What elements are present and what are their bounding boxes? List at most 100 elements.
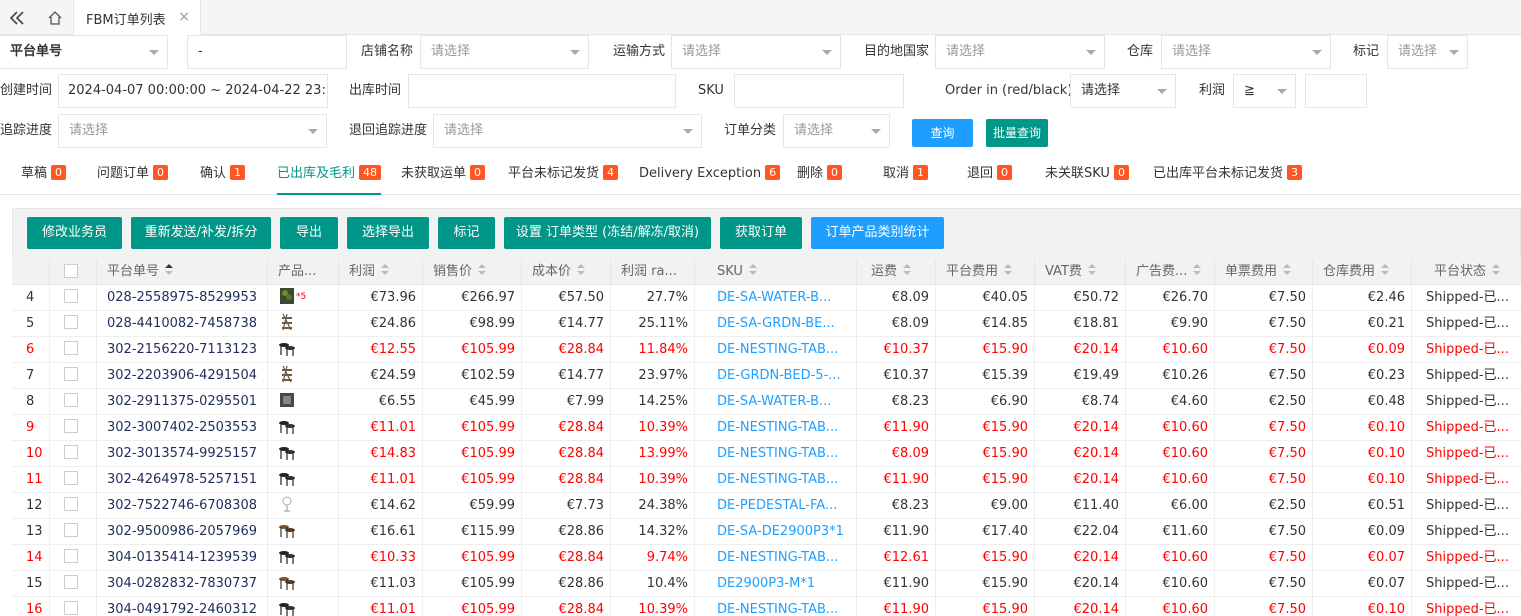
- sort-icon[interactable]: [381, 264, 391, 276]
- sku-link[interactable]: DE-NESTING-TAB...: [695, 415, 857, 441]
- shelf-thumb[interactable]: [278, 365, 296, 383]
- order-no-input[interactable]: -: [187, 35, 347, 69]
- fetch-orders-button[interactable]: 获取订单: [720, 217, 802, 249]
- order-no[interactable]: 302-9500986-2057969: [97, 519, 268, 545]
- header-warehouse-fee[interactable]: 仓库费用: [1313, 259, 1412, 285]
- export-button[interactable]: 导出: [280, 217, 338, 249]
- sort-icon[interactable]: [1283, 264, 1293, 276]
- order-no[interactable]: 302-2203906-4291504: [97, 363, 268, 389]
- table-row[interactable]: 8 302-2911375-0295501 €6.55 €45.99 €7.99 14.2…: [12, 389, 1521, 415]
- tab-platform-unmarked[interactable]: 平台未标记发货 4: [508, 155, 619, 195]
- sku-link[interactable]: DE-NESTING-TAB...: [695, 441, 857, 467]
- table-row[interactable]: 12 302-7522746-6708308 €14.62 €59.99 €7.73 24…: [12, 493, 1521, 519]
- product-category-stats-button[interactable]: 订单产品类别统计: [811, 217, 944, 249]
- tab-returned[interactable]: 退回 0: [967, 155, 1013, 195]
- table-row[interactable]: 14 304-0135414-1239539 €10.33 €105.99 €28.84…: [12, 545, 1521, 571]
- order-no[interactable]: 302-3013574-9925157: [97, 441, 268, 467]
- header-sale-price[interactable]: 销售价: [423, 259, 522, 285]
- profit-operator-select[interactable]: ≧: [1233, 74, 1296, 108]
- shelf-thumb[interactable]: [278, 313, 296, 331]
- row-checkbox[interactable]: [64, 445, 78, 459]
- row-checkbox[interactable]: [64, 367, 78, 381]
- tables-thumb[interactable]: [278, 446, 296, 461]
- sku-input[interactable]: [734, 74, 904, 108]
- table-row[interactable]: 15 304-0282832-7830737 €11.03 €105.99 €28.86…: [12, 571, 1521, 597]
- profit-value-input[interactable]: [1305, 74, 1367, 108]
- wood-tables-thumb[interactable]: [278, 524, 296, 539]
- sort-icon[interactable]: [1381, 264, 1391, 276]
- order-no[interactable]: 304-0491792-2460312: [97, 597, 268, 616]
- box-thumb[interactable]: [278, 393, 296, 409]
- table-row[interactable]: 9 302-3007402-2503553 €11.01 €105.99 €28.84 1…: [12, 415, 1521, 441]
- shop-select[interactable]: 请选择: [420, 35, 589, 69]
- table-row[interactable]: 16 304-0491792-2460312 €11.01 €105.99 €28.84…: [12, 597, 1521, 616]
- order-no[interactable]: 302-2156220-7113123: [97, 337, 268, 363]
- query-button[interactable]: 查询: [912, 119, 973, 147]
- sku-link[interactable]: DE-NESTING-TAB...: [695, 467, 857, 493]
- order-no[interactable]: 302-2911375-0295501: [97, 389, 268, 415]
- tab-fbm-order-list[interactable]: FBM订单列表 ×: [73, 0, 201, 36]
- tables-thumb[interactable]: [278, 602, 296, 616]
- row-checkbox[interactable]: [64, 289, 78, 303]
- order-no-type-select[interactable]: 平台单号: [0, 35, 168, 69]
- ship-method-select[interactable]: 请选择: [671, 35, 841, 69]
- sku-link[interactable]: DE-PEDESTAL-FA...: [695, 493, 857, 519]
- batch-query-button[interactable]: 批量查询: [986, 119, 1048, 147]
- row-checkbox[interactable]: [64, 575, 78, 589]
- table-row[interactable]: 10 302-3013574-9925157 €14.83 €105.99 €28.84…: [12, 441, 1521, 467]
- tab-draft[interactable]: 草稿 0: [21, 155, 67, 195]
- header-ad-fee[interactable]: 广告费...: [1126, 259, 1215, 285]
- country-select[interactable]: 请选择: [935, 35, 1105, 69]
- sku-link[interactable]: DE-NESTING-TAB...: [695, 597, 857, 616]
- row-checkbox[interactable]: [64, 497, 78, 511]
- warehouse-select[interactable]: 请选择: [1161, 35, 1331, 69]
- order-no[interactable]: 304-0135414-1239539: [97, 545, 268, 571]
- table-row[interactable]: 11 302-4264978-5257151 €11.01 €105.99 €28.84…: [12, 467, 1521, 493]
- header-platform-fee[interactable]: 平台费用: [936, 259, 1035, 285]
- double-chevron-left-icon[interactable]: [0, 0, 34, 35]
- sku-link[interactable]: DE-SA-WATER-B...: [695, 285, 857, 311]
- fan-thumb[interactable]: [278, 496, 296, 513]
- sku-link[interactable]: DE-SA-WATER-B...: [695, 389, 857, 415]
- header-profit[interactable]: 利润: [339, 259, 423, 285]
- sort-icon[interactable]: [903, 264, 913, 276]
- sku-link[interactable]: DE-NESTING-TAB...: [695, 337, 857, 363]
- mark-button[interactable]: 标记: [438, 217, 495, 249]
- header-cost-price[interactable]: 成本价: [522, 259, 611, 285]
- tab-deleted[interactable]: 删除 0: [797, 155, 843, 195]
- tab-delivery-exception[interactable]: Delivery Exception 6: [639, 155, 781, 195]
- close-icon[interactable]: ×: [178, 9, 190, 25]
- return-tracking-select[interactable]: 请选择: [433, 114, 702, 148]
- mark-select[interactable]: 请选择: [1387, 35, 1468, 69]
- order-no[interactable]: 304-0282832-7830737: [97, 571, 268, 597]
- tab-no-waybill[interactable]: 未获取运单 0: [401, 155, 486, 195]
- tab-unlinked-sku[interactable]: 未关联SKU 0: [1045, 155, 1129, 195]
- sku-link[interactable]: DE-GRDN-BED-5-...: [695, 363, 857, 389]
- sort-icon[interactable]: [165, 264, 175, 276]
- plant-thumb[interactable]: [278, 288, 296, 305]
- home-icon[interactable]: [38, 0, 72, 35]
- row-checkbox[interactable]: [64, 471, 78, 485]
- header-sku[interactable]: SKU: [695, 259, 857, 285]
- table-row[interactable]: 13 302-9500986-2057969 €16.61 €115.99 €28.86…: [12, 519, 1521, 545]
- tab-confirm[interactable]: 确认 1: [200, 155, 246, 195]
- row-checkbox[interactable]: [64, 341, 78, 355]
- tab-problem-orders[interactable]: 问题订单 0: [97, 155, 169, 195]
- set-order-type-button[interactable]: 设置 订单类型 (冻结/解冻/取消): [504, 217, 711, 249]
- order-no[interactable]: 302-7522746-6708308: [97, 493, 268, 519]
- created-time-input[interactable]: 2024-04-07 00:00:00 ~ 2024-04-22 23:59:5…: [58, 74, 328, 108]
- sku-link[interactable]: DE-NESTING-TAB...: [695, 545, 857, 571]
- edit-salesperson-button[interactable]: 修改业务员: [27, 217, 122, 249]
- select-all-checkbox[interactable]: [64, 264, 78, 278]
- row-checkbox[interactable]: [64, 419, 78, 433]
- row-checkbox[interactable]: [64, 523, 78, 537]
- sku-link[interactable]: DE2900P3-M*1: [695, 571, 857, 597]
- order-in-select[interactable]: 请选择: [1070, 74, 1176, 108]
- order-no[interactable]: 302-4264978-5257151: [97, 467, 268, 493]
- order-no[interactable]: 028-4410082-7458738: [97, 311, 268, 337]
- header-profit-rate[interactable]: 利润 ra...: [611, 259, 695, 285]
- header-ticket-fee[interactable]: 单票费用: [1215, 259, 1313, 285]
- tab-shipped-platform-unmarked[interactable]: 已出库平台未标记发货 3: [1153, 155, 1303, 195]
- row-checkbox[interactable]: [64, 601, 78, 615]
- sort-icon[interactable]: [1193, 264, 1203, 276]
